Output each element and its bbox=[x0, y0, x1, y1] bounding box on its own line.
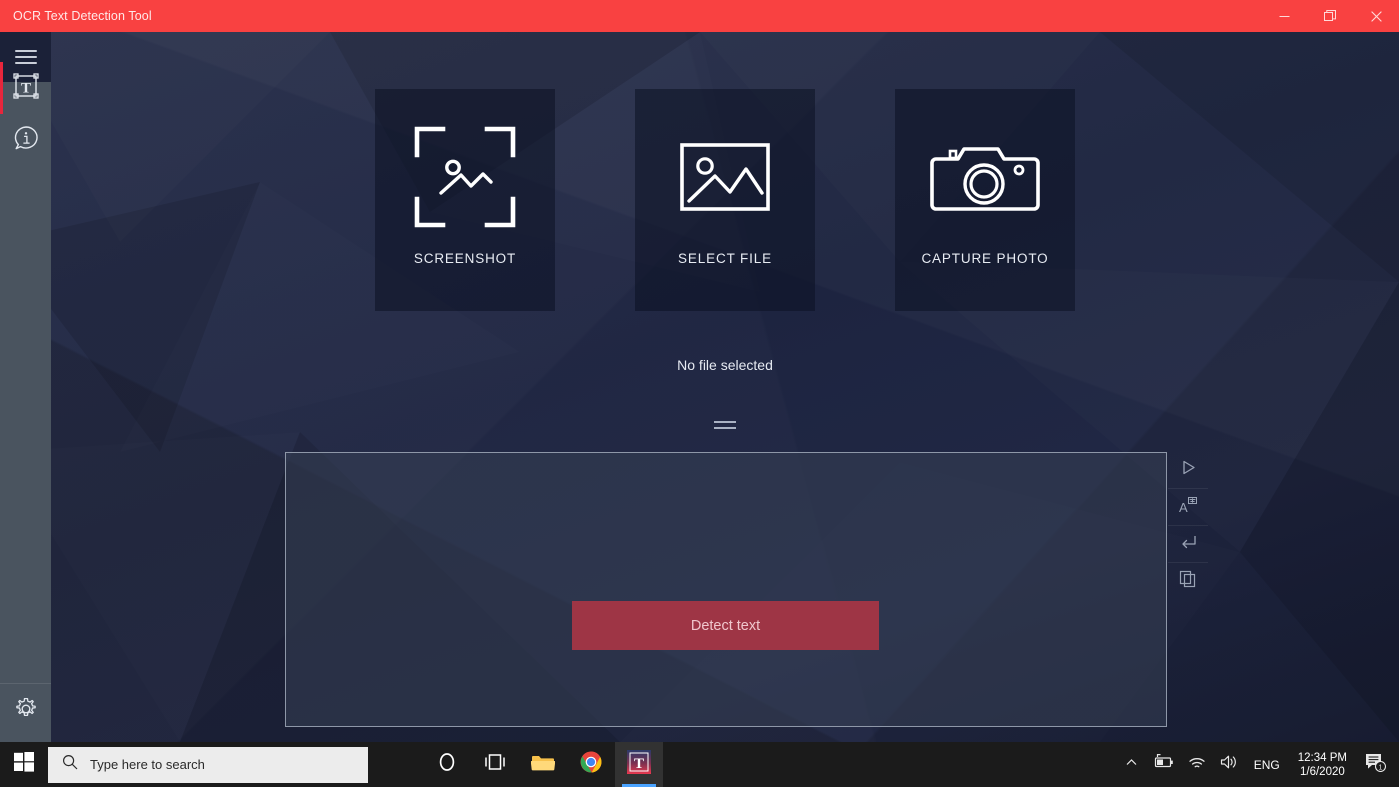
copy-icon-button[interactable] bbox=[1168, 563, 1208, 600]
resize-grip-icon bbox=[714, 419, 736, 431]
translate-icon-button[interactable]: A bbox=[1168, 489, 1208, 526]
play-run-icon bbox=[1180, 459, 1197, 481]
capture-photo-card[interactable]: CAPTURE PHOTO bbox=[895, 89, 1075, 311]
windows-start-icon bbox=[14, 752, 34, 777]
play-run-icon-button[interactable] bbox=[1168, 452, 1208, 489]
file-explorer-icon bbox=[530, 752, 556, 777]
tray-notifications-button[interactable]: 1 bbox=[1357, 742, 1393, 787]
windows-start-button[interactable] bbox=[0, 742, 48, 787]
info-bubble-icon bbox=[12, 124, 40, 157]
svg-text:T: T bbox=[634, 756, 644, 772]
screenshot-card-label: SCREENSHOT bbox=[413, 251, 517, 266]
select-file-card[interactable]: SELECT FILE bbox=[635, 89, 815, 311]
tray-date: 1/6/2020 bbox=[1300, 765, 1345, 778]
taskbar-task-view-button[interactable] bbox=[471, 742, 519, 787]
chevron-up-icon bbox=[1125, 756, 1138, 774]
detect-text-button[interactable]: Detect text bbox=[572, 601, 879, 650]
chrome-icon bbox=[580, 751, 602, 778]
newline-icon bbox=[1179, 534, 1197, 555]
resize-grip[interactable] bbox=[51, 419, 1399, 431]
screenshot-card[interactable]: SCREENSHOT bbox=[375, 89, 555, 311]
translate-icon: A bbox=[1178, 496, 1198, 519]
taskbar-ocr-app-button[interactable]: T bbox=[615, 742, 663, 787]
tray-clock[interactable]: 12:34 PM 1/6/2020 bbox=[1288, 751, 1357, 779]
ocr-app-icon: T bbox=[626, 749, 652, 780]
tray-battery-button[interactable] bbox=[1145, 742, 1181, 787]
gear-icon bbox=[14, 697, 38, 726]
image-file-icon bbox=[673, 117, 777, 237]
result-textarea[interactable] bbox=[285, 452, 1167, 727]
window-controls bbox=[1261, 0, 1399, 32]
window-title: OCR Text Detection Tool bbox=[13, 9, 152, 23]
search-input[interactable]: Type here to search bbox=[48, 746, 368, 783]
tray-language-indicator[interactable]: ENG bbox=[1246, 758, 1288, 772]
camera-icon bbox=[930, 117, 1040, 237]
sidebar-item-settings[interactable] bbox=[0, 688, 51, 734]
tray-time: 12:34 PM bbox=[1297, 751, 1347, 764]
app-body: T SCREENSHOT SELECT FILE CAPTURE PHOTO N… bbox=[0, 32, 1399, 742]
result-toolbar: A bbox=[1168, 452, 1208, 600]
task-view-icon bbox=[484, 752, 506, 777]
tray-volume-button[interactable] bbox=[1213, 742, 1246, 787]
search-icon bbox=[62, 754, 78, 775]
file-status-label: No file selected bbox=[677, 357, 773, 373]
taskbar: Type here to search T ENG 12:34 PM 1/6/2… bbox=[0, 742, 1399, 787]
taskbar-cortana-button[interactable] bbox=[423, 742, 471, 787]
newline-icon-button[interactable] bbox=[1168, 526, 1208, 563]
battery-charging-icon bbox=[1152, 754, 1174, 775]
maximize-button[interactable] bbox=[1307, 0, 1353, 32]
search-placeholder: Type here to search bbox=[90, 757, 205, 772]
speaker-icon bbox=[1220, 754, 1239, 775]
svg-text:A: A bbox=[1179, 500, 1188, 514]
tray-overflow-button[interactable] bbox=[1118, 742, 1145, 787]
taskbar-chrome-button[interactable] bbox=[567, 742, 615, 787]
tray-network-button[interactable] bbox=[1181, 742, 1213, 787]
svg-text:1: 1 bbox=[1379, 765, 1383, 772]
sidebar: T bbox=[0, 32, 51, 742]
notification-icon: 1 bbox=[1364, 752, 1387, 777]
sidebar-item-about[interactable] bbox=[0, 114, 51, 166]
sidebar-divider bbox=[0, 683, 51, 684]
title-bar: OCR Text Detection Tool bbox=[0, 0, 1399, 32]
text-detect-icon: T bbox=[11, 71, 41, 106]
minimize-button[interactable] bbox=[1261, 0, 1307, 32]
main-content: SCREENSHOT SELECT FILE CAPTURE PHOTO No … bbox=[51, 32, 1399, 742]
copy-icon bbox=[1179, 570, 1197, 593]
select-file-card-label: SELECT FILE bbox=[678, 251, 772, 266]
svg-text:T: T bbox=[20, 80, 30, 96]
source-cards: SCREENSHOT SELECT FILE CAPTURE PHOTO bbox=[51, 89, 1399, 311]
cortana-icon bbox=[437, 752, 457, 777]
close-button[interactable] bbox=[1353, 0, 1399, 32]
system-tray: ENG 12:34 PM 1/6/2020 1 bbox=[1118, 742, 1399, 787]
sidebar-item-text-detection[interactable]: T bbox=[0, 62, 51, 114]
screenshot-frame-icon bbox=[413, 117, 517, 237]
taskbar-file-explorer-button[interactable] bbox=[519, 742, 567, 787]
wifi-icon bbox=[1188, 755, 1206, 775]
capture-photo-card-label: CAPTURE PHOTO bbox=[921, 251, 1049, 266]
